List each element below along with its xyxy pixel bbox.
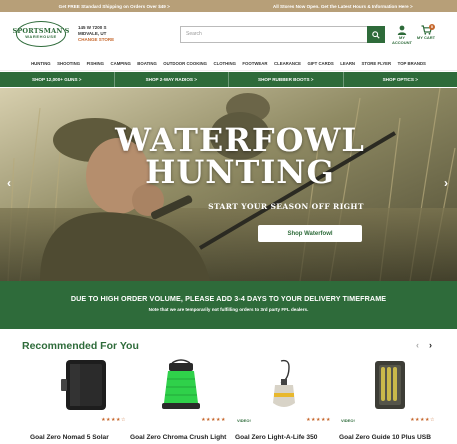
shop-boots-link[interactable]: SHOP RUBBER BOOTS >	[229, 72, 344, 87]
my-cart-link[interactable]: 0 MY CART	[414, 24, 438, 41]
shop-radios-link[interactable]: SHOP 2-WAY RADIOS >	[115, 72, 229, 87]
my-account-link[interactable]: MY ACCOUNT	[390, 25, 414, 45]
search-button[interactable]	[367, 26, 385, 43]
shop-waterfowl-button[interactable]: Shop Waterfowl	[258, 225, 362, 242]
nav-item-gift-cards[interactable]: GIFT CARDS	[307, 61, 333, 66]
nav-item-shooting[interactable]: SHOOTING	[57, 61, 80, 66]
logo-line2: WAREHOUSE	[25, 33, 57, 39]
product-rating: ★★★★★	[201, 417, 226, 423]
change-store-link[interactable]: CHANGE STORE	[78, 37, 114, 43]
product-card[interactable]: VIDEO! ★★★★☆ Goal Zero Guide 10 Plus USB	[339, 357, 439, 444]
nav-item-clothing[interactable]: CLOTHING	[213, 61, 235, 66]
notice-headline: DUE TO HIGH ORDER VOLUME, PLEASE ADD 3-4…	[70, 294, 387, 303]
carousel-next-icon[interactable]: ›	[444, 176, 448, 190]
store-hours-link[interactable]: All Stores Now Open. Get the Latest Hour…	[229, 4, 457, 9]
nav-item-clearance[interactable]: CLEARANCE	[274, 61, 301, 66]
battery-pack-icon	[375, 361, 405, 409]
product-name[interactable]: Goal Zero Guide 10 Plus USB	[339, 434, 449, 441]
nav-item-boating[interactable]: BOATING	[137, 61, 157, 66]
search-box: Search	[180, 26, 385, 43]
nav-item-footwear[interactable]: FOOTWEAR	[242, 61, 267, 66]
nav-item-hunting[interactable]: HUNTING	[31, 61, 51, 66]
hero-subtitle: START YOUR SEASON OFF RIGHT	[208, 202, 364, 211]
cart-count-badge: 0	[429, 24, 435, 30]
main-nav: HUNTING SHOOTING FISHING CAMPING BOATING…	[0, 57, 457, 71]
light-bulb-icon	[273, 359, 295, 407]
promo-strip: SHOP 12,000+ GUNS > SHOP 2-WAY RADIOS > …	[0, 72, 457, 87]
nav-item-learn[interactable]: LEARN	[340, 61, 355, 66]
nav-item-top-brands[interactable]: TOP BRANDS	[398, 61, 426, 66]
product-rating: ★★★★☆	[410, 417, 435, 423]
video-badge: VIDEO!	[341, 418, 355, 423]
product-name[interactable]: Goal Zero Light-A-Life 350	[235, 434, 345, 441]
product-card[interactable]: ★★★★☆ Goal Zero Nomad 5 Solar	[30, 357, 130, 444]
nav-item-store-flyer[interactable]: STORE FLYER	[362, 61, 392, 66]
site-logo[interactable]: SPORTSMAN'S WAREHOUSE	[12, 21, 69, 47]
nav-item-fishing[interactable]: FISHING	[87, 61, 104, 66]
recommended-next-icon[interactable]: ›	[429, 340, 432, 350]
account-label: MY ACCOUNT	[392, 35, 412, 45]
product-card[interactable]: ★★★★★ Goal Zero Chroma Crush Light	[130, 357, 230, 444]
recommended-prev-icon[interactable]: ‹	[416, 340, 419, 350]
nav-item-camping[interactable]: CAMPING	[111, 61, 131, 66]
hero-title-line2: HUNTING	[145, 153, 335, 191]
notice-detail: Note that we are temporarily not fulfill…	[148, 307, 309, 312]
product-card[interactable]: VIDEO! ★★★★★ Goal Zero Light-A-Life 350	[235, 357, 335, 444]
lantern-icon	[162, 359, 200, 409]
free-shipping-link[interactable]: Get FREE Standard Shipping on Orders Ove…	[0, 4, 229, 9]
nav-item-outdoor-cooking[interactable]: OUTDOOR COOKING	[163, 61, 207, 66]
hero-title-line1: WATERFOWL	[115, 121, 365, 159]
shop-optics-link[interactable]: SHOP OPTICS >	[344, 72, 457, 87]
product-name[interactable]: Goal Zero Nomad 5 Solar	[30, 434, 140, 441]
hero-banner[interactable]: WATERFOWL HUNTING START YOUR SEASON OFF …	[0, 88, 457, 281]
product-name[interactable]: Goal Zero Chroma Crush Light	[130, 434, 240, 441]
recommended-title: Recommended For You	[22, 340, 139, 352]
carousel-prev-icon[interactable]: ‹	[7, 176, 11, 190]
cart-label: MY CART	[416, 35, 436, 40]
announcement-bar: Get FREE Standard Shipping on Orders Ove…	[0, 0, 457, 12]
store-info: 145 W 7200 S MIDVALE, UT CHANGE STORE	[78, 25, 114, 43]
product-rating: ★★★★☆	[101, 417, 126, 423]
user-icon	[397, 25, 407, 35]
delivery-notice: DUE TO HIGH ORDER VOLUME, PLEASE ADD 3-4…	[0, 281, 457, 329]
product-rating: ★★★★★	[306, 417, 331, 423]
site-header: SPORTSMAN'S WAREHOUSE 145 W 7200 S MIDVA…	[0, 12, 457, 57]
video-badge: VIDEO!	[237, 418, 251, 423]
search-input[interactable]: Search	[186, 31, 202, 37]
search-icon	[372, 30, 380, 39]
shop-guns-link[interactable]: SHOP 12,000+ GUNS >	[0, 72, 115, 87]
solar-panel-icon	[61, 360, 106, 410]
